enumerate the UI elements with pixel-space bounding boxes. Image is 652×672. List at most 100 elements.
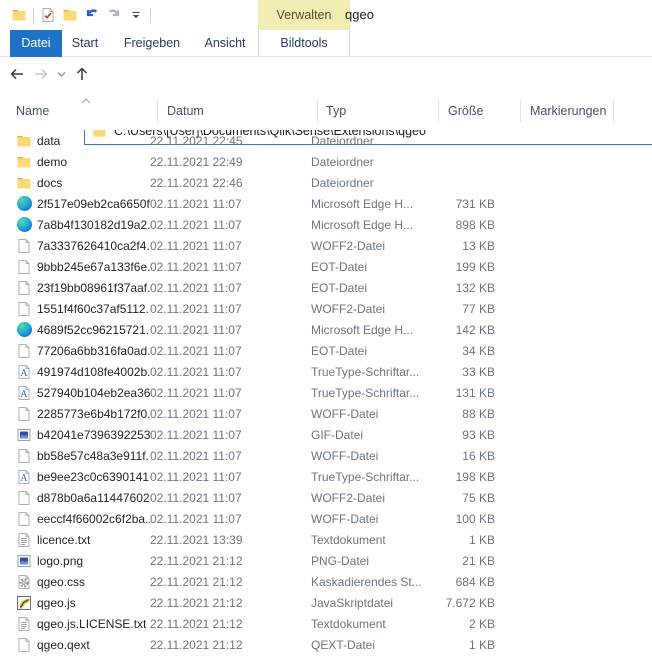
file-row[interactable]: 7a3337626410ca2f4... 02.11.2021 11:07 WO… (0, 235, 652, 256)
file-type: Dateiordner (311, 134, 432, 148)
file-name-cell[interactable]: 1551f4f60c37af5112... (0, 301, 150, 317)
column-header-groesse[interactable]: Größe (448, 104, 483, 118)
file-row[interactable]: docs 22.11.2021 22:46 Dateiordner (0, 172, 652, 193)
back-icon[interactable] (5, 61, 29, 87)
context-tab-group-label: Verwalten (258, 0, 350, 30)
forward-icon[interactable] (29, 61, 53, 87)
tab-ansicht[interactable]: Ansicht (196, 30, 254, 57)
file-row[interactable]: qgeo.js.LICENSE.txt 22.11.2021 21:12 Tex… (0, 613, 652, 634)
file-row[interactable]: 1551f4f60c37af5112... 02.11.2021 11:07 W… (0, 298, 652, 319)
file-name-cell[interactable]: 2f517e09eb2ca6650f... (0, 196, 150, 212)
column-divider[interactable] (520, 100, 521, 123)
file-row[interactable]: licence.txt 22.11.2021 13:39 Textdokumen… (0, 529, 652, 550)
file-name-cell[interactable]: docs (0, 175, 150, 191)
tab-bildtools[interactable]: Bildtools (258, 30, 350, 57)
file-row[interactable]: A 491974d108fe4002b... 02.11.2021 11:07 … (0, 361, 652, 382)
file-name-cell[interactable]: 7a8b4f130182d19a2... (0, 217, 150, 233)
file-name-cell[interactable]: licence.txt (0, 532, 150, 548)
file-row[interactable]: A be9ee23c0c6390141... 02.11.2021 11:07 … (0, 466, 652, 487)
file-name-cell[interactable]: A be9ee23c0c6390141... (0, 469, 150, 485)
file-row[interactable]: b42041e7396392253... 02.11.2021 11:07 GI… (0, 424, 652, 445)
file-row[interactable]: 2285773e6b4b172f0... 02.11.2021 11:07 WO… (0, 403, 652, 424)
file-row[interactable]: 9bbb245e67a133f6e... 02.11.2021 11:07 EO… (0, 256, 652, 277)
file-row[interactable]: demo 22.11.2021 22:49 Dateiordner (0, 151, 652, 172)
file-type: WOFF-Datei (311, 512, 432, 526)
file-name-cell[interactable]: A 527940b104eb2ea36... (0, 385, 150, 401)
file-size: 198 KB (432, 470, 495, 484)
file-name-cell[interactable]: 4689f52cc96215721... (0, 322, 150, 338)
column-header-name[interactable]: Name (16, 104, 49, 118)
column-header-typ[interactable]: Typ (326, 104, 346, 118)
file-date: 22.11.2021 13:39 (150, 533, 311, 547)
file-date: 02.11.2021 11:07 (150, 239, 311, 253)
file-row[interactable]: eeccf4f66002c6f2ba... 02.11.2021 11:07 W… (0, 508, 652, 529)
file-size: 684 KB (432, 575, 495, 589)
file-row[interactable]: 2f517e09eb2ca6650f... 02.11.2021 11:07 M… (0, 193, 652, 214)
file-name: qgeo.qext (37, 638, 90, 652)
folder-icon[interactable] (8, 4, 30, 26)
file-row[interactable]: A 527940b104eb2ea36... 02.11.2021 11:07 … (0, 382, 652, 403)
file-type: Microsoft Edge H... (311, 323, 432, 337)
file-date: 02.11.2021 11:07 (150, 428, 311, 442)
file-row[interactable]: 7a8b4f130182d19a2... 02.11.2021 11:07 Mi… (0, 214, 652, 235)
file-type: EOT-Datei (311, 344, 432, 358)
file-name-cell[interactable]: eeccf4f66002c6f2ba... (0, 511, 150, 527)
tab-start[interactable]: Start (62, 30, 108, 57)
file-size: 1 KB (432, 638, 495, 652)
file-name-cell[interactable]: qgeo.css (0, 574, 150, 590)
new-folder-icon[interactable] (59, 4, 81, 26)
file-name-cell[interactable]: bb58e57c48a3e911f... (0, 448, 150, 464)
file-size: 131 KB (432, 386, 495, 400)
file-row[interactable]: d878b0a6a11447602... 02.11.2021 11:07 WO… (0, 487, 652, 508)
file-row[interactable]: 23f19bb08961f37aaf... 02.11.2021 11:07 E… (0, 277, 652, 298)
file-name-cell[interactable]: 77206a6bb316fa0ad... (0, 343, 150, 359)
file-date: 02.11.2021 11:07 (150, 260, 311, 274)
file-type: EOT-Datei (311, 281, 432, 295)
file-name-cell[interactable]: logo.png (0, 553, 150, 569)
ttf-icon: A (16, 385, 32, 401)
file-type: TrueType-Schriftar... (311, 386, 432, 400)
properties-check-icon[interactable] (37, 4, 59, 26)
file-name-cell[interactable]: 9bbb245e67a133f6e... (0, 259, 150, 275)
edge-icon (16, 196, 32, 212)
file-row[interactable]: data 22.11.2021 22:45 Dateiordner (0, 130, 652, 151)
file-row[interactable]: qgeo.qext 22.11.2021 21:12 QEXT-Datei 1 … (0, 634, 652, 655)
file-name-cell[interactable]: 23f19bb08961f37aaf... (0, 280, 150, 296)
image-icon (16, 553, 32, 569)
file-name: demo (37, 155, 67, 169)
up-icon[interactable] (70, 61, 94, 87)
column-header-markierungen[interactable]: Markierungen (530, 104, 606, 118)
column-divider[interactable] (438, 100, 439, 123)
file-name-cell[interactable]: qgeo.qext (0, 637, 150, 653)
file-name-cell[interactable]: demo (0, 154, 150, 170)
file-row[interactable]: qgeo.js 22.11.2021 21:12 JavaSkriptdatei… (0, 592, 652, 613)
file-name-cell[interactable]: data (0, 133, 150, 149)
file-date: 02.11.2021 11:07 (150, 512, 311, 526)
recent-locations-chevron-icon[interactable] (53, 61, 69, 87)
file-name-cell[interactable]: qgeo.js (0, 595, 150, 611)
file-row[interactable]: bb58e57c48a3e911f... 02.11.2021 11:07 WO… (0, 445, 652, 466)
tab-freigeben[interactable]: Freigeben (112, 30, 192, 57)
column-divider[interactable] (157, 100, 158, 123)
column-divider[interactable] (317, 100, 318, 123)
file-name-cell[interactable]: b42041e7396392253... (0, 427, 150, 443)
folder-icon (16, 154, 32, 170)
file-icon (16, 280, 32, 296)
file-row[interactable]: qgeo.css 22.11.2021 21:12 Kaskadierendes… (0, 571, 652, 592)
column-divider[interactable] (613, 100, 614, 123)
tab-datei[interactable]: Datei (10, 30, 62, 57)
redo-icon[interactable] (103, 4, 125, 26)
file-row[interactable]: 4689f52cc96215721... 02.11.2021 11:07 Mi… (0, 319, 652, 340)
file-date: 22.11.2021 21:12 (150, 596, 311, 610)
undo-icon[interactable] (81, 4, 103, 26)
file-name-cell[interactable]: qgeo.js.LICENSE.txt (0, 616, 150, 632)
file-name-cell[interactable]: 2285773e6b4b172f0... (0, 406, 150, 422)
file-row[interactable]: 77206a6bb316fa0ad... 02.11.2021 11:07 EO… (0, 340, 652, 361)
toolbar-separator (33, 8, 34, 23)
file-name-cell[interactable]: 7a3337626410ca2f4... (0, 238, 150, 254)
column-header-datum[interactable]: Datum (167, 104, 204, 118)
file-name-cell[interactable]: d878b0a6a11447602... (0, 490, 150, 506)
file-row[interactable]: logo.png 22.11.2021 21:12 PNG-Datei 21 K… (0, 550, 652, 571)
customize-toolbar-icon[interactable] (125, 4, 147, 26)
file-name-cell[interactable]: A 491974d108fe4002b... (0, 364, 150, 380)
